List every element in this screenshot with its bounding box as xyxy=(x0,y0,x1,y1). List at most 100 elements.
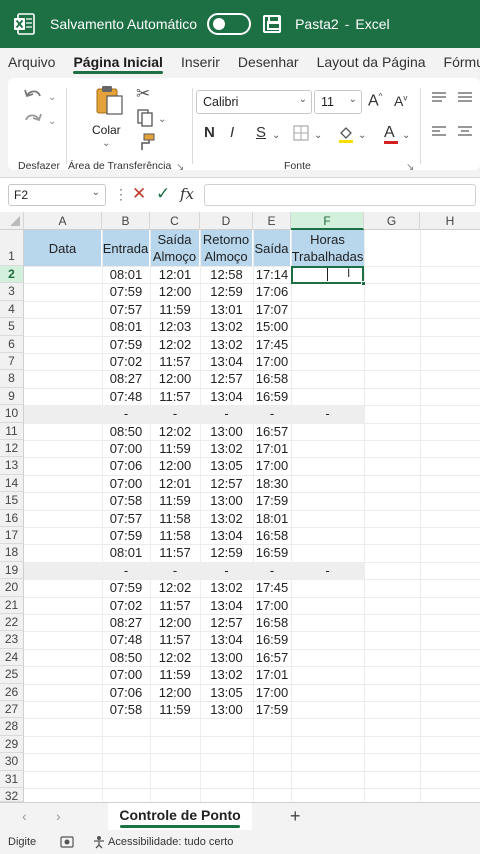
more-options-icon[interactable]: ⋮ xyxy=(114,186,128,203)
font-size-select[interactable]: 11 ⌄ xyxy=(314,90,362,114)
table-cell[interactable]: 07:48 xyxy=(102,631,150,648)
fill-color-dropdown-icon[interactable]: ⌄ xyxy=(358,126,366,146)
table-cell[interactable]: 11:59 xyxy=(150,701,200,718)
table-cell[interactable]: - xyxy=(102,405,150,422)
table-cell[interactable]: 18:01 xyxy=(253,510,291,527)
table-cell[interactable]: 13:04 xyxy=(200,527,253,544)
table-cell[interactable]: 16:58 xyxy=(253,370,291,387)
table-cell[interactable]: 12:00 xyxy=(150,283,200,300)
table-cell[interactable] xyxy=(291,388,364,405)
table-cell[interactable] xyxy=(291,370,364,387)
table-cell[interactable]: 16:59 xyxy=(253,388,291,405)
copy-dropdown-icon[interactable]: ⌄ xyxy=(158,110,166,130)
table-cell[interactable]: 16:59 xyxy=(253,631,291,648)
table-cell[interactable]: 18:30 xyxy=(253,475,291,492)
table-cell[interactable]: 12:02 xyxy=(150,423,200,440)
table-cell[interactable]: 13:02 xyxy=(200,336,253,353)
table-cell[interactable]: 12:02 xyxy=(150,579,200,596)
tab-desenhar[interactable]: Desenhar xyxy=(229,48,308,76)
table-cell[interactable]: 12:02 xyxy=(150,336,200,353)
table-cell[interactable]: 12:59 xyxy=(200,283,253,300)
table-cell[interactable]: 16:57 xyxy=(253,649,291,666)
table-cell[interactable]: 13:00 xyxy=(200,492,253,509)
row-header-13[interactable]: 13 xyxy=(0,457,24,475)
row-header-14[interactable]: 14 xyxy=(0,474,24,493)
align-top-icon[interactable] xyxy=(430,90,448,110)
column-header-g[interactable]: G xyxy=(364,212,420,230)
tab-arquivo[interactable]: Arquivo xyxy=(0,48,64,76)
table-cell[interactable]: 13:02 xyxy=(200,510,253,527)
align-center-icon[interactable] xyxy=(456,124,474,144)
italic-button[interactable]: I xyxy=(230,124,234,141)
save-icon[interactable] xyxy=(263,15,282,33)
row-header-3[interactable]: 3 xyxy=(0,283,24,301)
row-header-2[interactable]: 2 xyxy=(0,266,24,284)
table-cell[interactable] xyxy=(291,649,364,666)
table-cell[interactable]: - xyxy=(200,562,253,579)
row-header-11[interactable]: 11 xyxy=(0,422,24,440)
table-cell[interactable]: 17:00 xyxy=(253,353,291,370)
table-cell[interactable]: 12:03 xyxy=(150,318,200,335)
column-header-b[interactable]: B xyxy=(102,212,150,230)
table-cell[interactable]: 15:00 xyxy=(253,318,291,335)
table-cell[interactable]: 16:57 xyxy=(253,423,291,440)
font-color-dropdown-icon[interactable]: ⌄ xyxy=(402,126,410,146)
table-cell[interactable]: - xyxy=(200,405,253,422)
column-header-d[interactable]: D xyxy=(200,212,253,230)
table-cell[interactable] xyxy=(291,579,364,596)
row-header-5[interactable]: 5 xyxy=(0,318,24,336)
scroll-left-icon[interactable]: ‹ xyxy=(22,808,27,824)
borders-icon[interactable] xyxy=(292,124,310,147)
row-header-20[interactable]: 20 xyxy=(0,579,24,597)
autosave-toggle[interactable] xyxy=(207,13,252,35)
table-cell[interactable]: - xyxy=(150,405,200,422)
table-cell[interactable]: 17:00 xyxy=(253,684,291,701)
row-header-15[interactable]: 15 xyxy=(0,492,24,510)
table-cell[interactable] xyxy=(291,684,364,701)
add-sheet-button[interactable]: + xyxy=(290,806,301,827)
macro-record-icon[interactable] xyxy=(60,836,74,851)
table-cell[interactable]: 13:04 xyxy=(200,353,253,370)
row-header-1[interactable]: 1 xyxy=(0,230,24,266)
copy-icon[interactable] xyxy=(136,108,158,133)
table-cell[interactable] xyxy=(291,631,364,648)
row-header-9[interactable]: 9 xyxy=(0,387,24,406)
table-cell[interactable]: 11:57 xyxy=(150,353,200,370)
table-cell[interactable]: 12:00 xyxy=(150,457,200,474)
table-cell[interactable] xyxy=(291,283,364,300)
table-cell[interactable]: - xyxy=(150,562,200,579)
table-cell[interactable]: 11:59 xyxy=(150,666,200,683)
table-cell[interactable]: 08:01 xyxy=(102,544,150,561)
row-header-10[interactable]: 10 xyxy=(0,405,24,423)
table-cell[interactable]: 12:00 xyxy=(150,614,200,631)
table-cell[interactable]: 13:00 xyxy=(200,649,253,666)
insert-function-icon[interactable]: fx xyxy=(180,185,194,203)
table-cell[interactable]: - xyxy=(253,562,291,579)
table-cell[interactable]: 07:59 xyxy=(102,579,150,596)
table-cell[interactable]: 12:00 xyxy=(150,684,200,701)
tab-layout-da-pagina[interactable]: Layout da Página xyxy=(308,48,435,76)
table-cell[interactable]: 16:59 xyxy=(253,544,291,561)
table-cell[interactable]: 17:00 xyxy=(253,457,291,474)
table-cell[interactable] xyxy=(291,475,364,492)
table-cell[interactable]: 16:58 xyxy=(253,527,291,544)
row-header-27[interactable]: 27 xyxy=(0,701,24,719)
table-cell[interactable]: 11:58 xyxy=(150,527,200,544)
table-cell[interactable]: 07:00 xyxy=(102,475,150,492)
row-header-4[interactable]: 4 xyxy=(0,300,24,319)
table-cell[interactable] xyxy=(291,492,364,509)
table-cell[interactable]: 16:58 xyxy=(253,614,291,631)
table-cell[interactable]: 12:57 xyxy=(200,614,253,631)
header-cell-retorno-almoco[interactable]: Retorno Almoço xyxy=(200,230,253,266)
row-header-6[interactable]: 6 xyxy=(0,335,24,353)
row-header-12[interactable]: 12 xyxy=(0,440,24,458)
clipboard-launcher-icon[interactable]: ↘ xyxy=(176,158,184,178)
name-box[interactable]: F2 ⌄ xyxy=(8,184,106,206)
table-cell[interactable]: 08:01 xyxy=(102,266,150,283)
row-header-32[interactable]: 32 xyxy=(0,788,24,803)
header-cell-entrada[interactable]: Entrada xyxy=(102,230,150,266)
table-cell[interactable]: 08:27 xyxy=(102,614,150,631)
table-cell[interactable]: 13:04 xyxy=(200,631,253,648)
tab-pagina-inicial[interactable]: Página Inicial xyxy=(64,48,171,76)
table-cell[interactable]: 17:00 xyxy=(253,597,291,614)
